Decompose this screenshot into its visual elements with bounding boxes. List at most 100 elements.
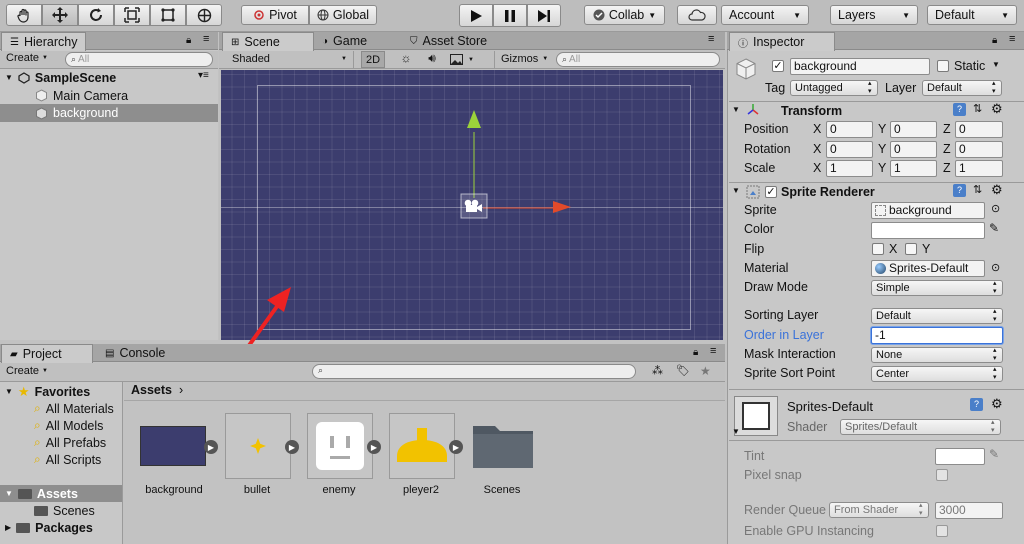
help-book-icon[interactable]: ? [953, 184, 966, 197]
expand-sprite-icon[interactable]: ▶ [449, 440, 463, 454]
sorting-layer-dropdown[interactable]: Default [871, 308, 1003, 324]
tint-color-field[interactable] [935, 448, 985, 465]
scale-tool-button[interactable] [114, 4, 150, 26]
flip-x-checkbox[interactable] [872, 243, 884, 255]
transform-tool-button[interactable] [186, 4, 222, 26]
static-dropdown-arrow-icon[interactable]: ▼ [992, 60, 1000, 69]
breadcrumb-assets[interactable]: Assets › [131, 383, 183, 397]
transform-z-input[interactable]: 1 [955, 160, 1003, 177]
account-dropdown[interactable]: Account ▼ [721, 5, 809, 25]
preset-icon[interactable]: ⇅ [973, 183, 982, 196]
play-button[interactable] [459, 4, 493, 27]
search-by-type-icon[interactable]: ⁂ [652, 364, 663, 377]
collapse-arrow-icon[interactable]: ▼ [732, 427, 740, 436]
eyedropper-icon[interactable]: ✎ [989, 447, 999, 461]
sprite-sort-point-dropdown[interactable]: Center [871, 366, 1003, 382]
layers-dropdown[interactable]: Layers ▼ [830, 5, 918, 25]
render-queue-mode-dropdown[interactable]: From Shader [829, 502, 929, 518]
collapse-arrow-icon[interactable]: ▼ [732, 186, 740, 195]
tab-game[interactable]: ◑ Game [314, 32, 375, 50]
hand-tool-button[interactable] [6, 4, 42, 26]
project-search-input[interactable]: ⌕ [312, 364, 636, 379]
help-book-icon[interactable]: ? [953, 103, 966, 116]
flip-y-checkbox[interactable] [905, 243, 917, 255]
object-name-field[interactable]: background [790, 58, 930, 75]
move-tool-button[interactable] [42, 4, 78, 26]
lock-icon[interactable]: 🔒︎ [992, 35, 997, 46]
project-create-button[interactable]: Create ▼ [6, 365, 48, 377]
expand-sprite-icon[interactable]: ▶ [285, 440, 299, 454]
tag-dropdown[interactable]: Untagged [790, 80, 878, 96]
sprite-object-field[interactable]: background [871, 202, 985, 219]
pixel-snap-checkbox[interactable] [936, 469, 948, 481]
tab-scene[interactable]: ⊞ Scene [222, 32, 314, 51]
rect-tool-button[interactable] [150, 4, 186, 26]
mask-interaction-dropdown[interactable]: None [871, 347, 1003, 363]
favorite-star-icon[interactable]: ★ [700, 364, 711, 378]
help-book-icon[interactable]: ? [970, 398, 983, 411]
cloud-button[interactable] [677, 5, 717, 25]
assets-folder-row[interactable]: ▼ Assets [5, 485, 78, 502]
hierarchy-scene-row[interactable]: ▼ SampleScene [5, 69, 215, 86]
panel-menu-icon[interactable]: ≡ [203, 33, 209, 45]
panel-menu-icon[interactable]: ≡ [1009, 33, 1015, 45]
panel-menu-icon[interactable]: ≡ [710, 345, 716, 357]
transform-x-input[interactable]: 0 [826, 121, 873, 138]
order-in-layer-input[interactable]: -1 [871, 327, 1003, 344]
static-checkbox[interactable] [937, 60, 949, 72]
transform-z-input[interactable]: 0 [955, 141, 1003, 158]
scene-menu-icon[interactable]: ▾≡ [198, 70, 209, 81]
color-field[interactable] [871, 222, 985, 239]
transform-z-input[interactable]: 0 [955, 121, 1003, 138]
hierarchy-item-background[interactable]: background [35, 104, 118, 122]
favorite-item-all-prefabs[interactable]: ⌕ All Prefabs [34, 434, 106, 451]
audio-toggle[interactable]: 🔊︎ [420, 51, 444, 68]
tab-console[interactable]: ▤ Console [97, 344, 173, 362]
expand-sprite-icon[interactable]: ▶ [204, 440, 218, 454]
tab-hierarchy[interactable]: ☰ Hierarchy [1, 32, 87, 51]
packages-folder-row[interactable]: ▶ Packages [5, 519, 93, 536]
gear-icon[interactable]: ⚙ [991, 396, 1003, 412]
pause-button[interactable] [493, 4, 527, 27]
tab-project[interactable]: ▰ Project [1, 344, 93, 363]
gear-icon[interactable]: ⚙ [991, 182, 1003, 198]
effects-dropdown[interactable]: ▼ [450, 51, 488, 68]
asset-tile-bullet[interactable] [225, 413, 291, 479]
layout-dropdown[interactable]: Default ▼ [927, 5, 1017, 25]
favorite-item-all-materials[interactable]: ⌕ All Materials [34, 400, 114, 417]
lock-icon[interactable]: 🔒︎ [186, 35, 191, 46]
transform-y-input[interactable]: 0 [890, 121, 937, 138]
hierarchy-create-button[interactable]: Create ▼ [6, 52, 48, 64]
favorite-item-all-scripts[interactable]: ⌕ All Scripts [34, 451, 101, 468]
gizmos-dropdown[interactable]: Gizmos ▼ [494, 51, 550, 68]
collapse-arrow-icon[interactable]: ▼ [732, 105, 740, 114]
search-by-label-icon[interactable]: 🏷︎ [676, 364, 690, 377]
transform-x-input[interactable]: 1 [826, 160, 873, 177]
active-checkbox[interactable]: ✓ [772, 60, 784, 72]
transform-x-input[interactable]: 0 [826, 141, 873, 158]
gpu-instancing-checkbox[interactable] [936, 525, 948, 537]
scene-viewport[interactable] [221, 70, 723, 340]
object-picker-icon[interactable]: ⊙ [991, 261, 1000, 274]
hierarchy-search-input[interactable]: ⌕ All [65, 52, 213, 67]
asset-tile-background[interactable] [140, 413, 206, 479]
transform-y-input[interactable]: 1 [890, 160, 937, 177]
2d-mode-toggle[interactable]: 2D [361, 51, 385, 68]
gear-icon[interactable]: ⚙ [991, 101, 1003, 117]
lighting-toggle[interactable]: ☼ [394, 51, 418, 68]
panel-menu-icon[interactable]: ≡ [708, 33, 714, 45]
preset-icon[interactable]: ⇅ [973, 102, 982, 115]
expand-sprite-icon[interactable]: ▶ [367, 440, 381, 454]
sprite-renderer-enabled-checkbox[interactable]: ✓ [765, 186, 777, 198]
draw-mode-dropdown[interactable]: Simple [871, 280, 1003, 296]
layer-dropdown[interactable]: Default [922, 80, 1002, 96]
hierarchy-item-main-camera[interactable]: Main Camera [35, 87, 128, 104]
shading-mode-dropdown[interactable]: Shaded ▼ [226, 51, 354, 68]
folder-item-scenes[interactable]: Scenes [34, 502, 95, 519]
transform-y-input[interactable]: 0 [890, 141, 937, 158]
asset-tile-scenes[interactable] [471, 420, 535, 470]
step-button[interactable] [527, 4, 561, 27]
tab-asset-store[interactable]: ⛉ Asset Store [402, 32, 495, 50]
material-object-field[interactable]: Sprites-Default [871, 260, 985, 277]
favorites-row[interactable]: ▼ ★ Favorites [5, 383, 90, 400]
